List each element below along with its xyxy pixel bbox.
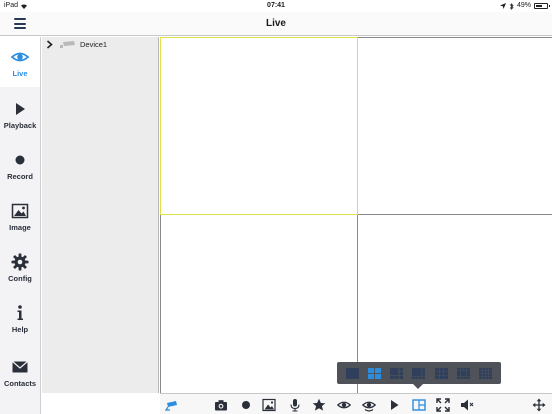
snapshot-camera-icon[interactable] — [213, 397, 229, 412]
battery-icon — [534, 3, 550, 9]
video-grid — [160, 37, 552, 394]
split-layout-popup — [337, 362, 501, 389]
sidebar-item-label: Config — [8, 274, 32, 283]
sidebar-item-label: Playback — [3, 121, 37, 130]
sidebar-item-config[interactable]: Config — [0, 242, 40, 292]
location-arrow-icon — [499, 3, 506, 9]
eye-icon[interactable] — [336, 397, 352, 412]
eye-all-icon[interactable] — [361, 397, 377, 412]
video-cell-3[interactable] — [160, 214, 358, 394]
battery-percent: 49% — [516, 2, 531, 9]
record-dot-icon[interactable] — [238, 397, 254, 412]
nav-bar: Live — [0, 12, 552, 36]
eye-icon — [10, 52, 30, 62]
play-icon[interactable] — [386, 397, 402, 412]
sidebar-item-image[interactable]: Image — [0, 191, 40, 241]
split-8-icon[interactable] — [412, 367, 426, 379]
sidebar-item-contacts[interactable]: Contacts — [0, 347, 40, 397]
status-bar: iPad 07:41 49% — [0, 0, 552, 12]
star-icon[interactable] — [311, 397, 327, 412]
split-4-icon[interactable] — [367, 367, 381, 379]
mute-speaker-icon[interactable] — [459, 397, 475, 412]
sidebar-item-label: Image — [9, 223, 31, 232]
chevron-right-icon[interactable] — [45, 40, 54, 49]
video-cell-1[interactable] — [160, 37, 358, 215]
sidebar-item-label: Help — [11, 325, 29, 334]
bluetooth-icon — [509, 2, 514, 10]
image-icon — [11, 203, 29, 219]
bottom-toolbar — [160, 393, 552, 414]
info-icon — [17, 305, 23, 320]
status-time: 07:41 — [267, 2, 285, 9]
fullscreen-icon[interactable] — [435, 397, 451, 412]
sidebar-item-help[interactable]: Help — [0, 293, 40, 343]
sidebar: Live Playback Record Image Config Help C… — [0, 37, 41, 414]
device-tree-panel: Device1 — [42, 37, 159, 393]
status-right: 49% — [499, 0, 550, 12]
split-16-icon[interactable] — [479, 367, 493, 379]
sidebar-item-record[interactable]: Record — [0, 140, 40, 190]
envelope-icon — [12, 361, 28, 373]
split-13-icon[interactable] — [457, 367, 471, 379]
split-9-icon[interactable] — [434, 367, 448, 379]
sidebar-item-label: Contacts — [3, 379, 37, 388]
sidebar-item-playback[interactable]: Playback — [0, 89, 40, 139]
split-1-icon[interactable] — [345, 367, 359, 379]
device-tree-item[interactable]: Device1 — [42, 38, 158, 51]
video-cell-2[interactable] — [357, 37, 552, 215]
gear-icon — [11, 253, 29, 271]
ptz-camera-icon[interactable] — [163, 397, 179, 412]
image-icon[interactable] — [261, 397, 277, 412]
play-icon — [16, 103, 25, 115]
page-title: Live — [265, 18, 286, 29]
sidebar-item-label: Live — [12, 69, 28, 78]
sidebar-item-live[interactable]: Live — [0, 37, 40, 87]
camera-icon — [60, 41, 75, 48]
microphone-icon[interactable] — [287, 397, 303, 412]
split-screen-icon[interactable] — [411, 397, 427, 412]
sidebar-item-label: Record — [7, 172, 33, 181]
move-arrows-icon[interactable] — [531, 397, 547, 412]
split-6-icon[interactable] — [390, 367, 404, 379]
record-dot-icon — [15, 155, 25, 165]
device-name: Device1 — [80, 40, 108, 49]
